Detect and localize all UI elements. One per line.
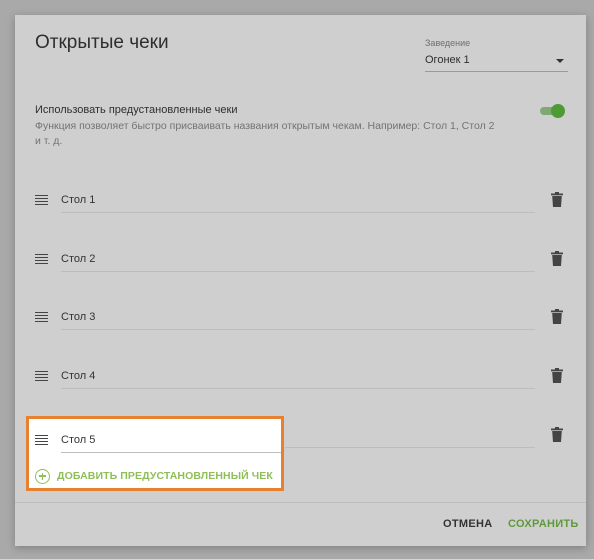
check-row: Стол 1 (15, 183, 586, 213)
check-row: Стол 4 (15, 359, 586, 389)
save-button[interactable]: СОХРАНИТЬ (508, 518, 579, 530)
footer-divider (15, 502, 586, 503)
trash-icon[interactable] (551, 251, 563, 266)
check-name: Стол 1 (61, 194, 96, 206)
check-name: Стол 4 (61, 370, 96, 382)
check-name-field[interactable]: Стол 5 (61, 423, 281, 453)
add-preset-check-button[interactable]: ДОБАВИТЬ ПРЕДУСТАНОВЛЕННЫЙ ЧЕК (35, 467, 273, 485)
caret-down-icon (556, 59, 564, 63)
drag-handle-icon[interactable] (35, 195, 48, 206)
check-row: Стол 2 (15, 242, 586, 272)
venue-select-value: Огонек 1 (425, 54, 470, 66)
presets-toggle[interactable] (540, 104, 565, 118)
check-name-field[interactable]: Стол 1 (61, 183, 535, 213)
add-preset-check-label: ДОБАВИТЬ ПРЕДУСТАНОВЛЕННЫЙ ЧЕК (57, 470, 273, 482)
drag-handle-icon[interactable] (35, 371, 48, 382)
toggle-knob (551, 104, 565, 118)
cancel-button[interactable]: ОТМЕНА (443, 518, 492, 530)
dialog-title: Открытые чеки (35, 32, 169, 53)
venue-label: Заведение (425, 38, 471, 48)
check-name-field[interactable]: Стол 3 (61, 300, 535, 330)
check-name: Стол 2 (61, 253, 96, 265)
check-name-field[interactable]: Стол 2 (61, 242, 535, 272)
highlight-box: Стол 5 ДОБАВИТЬ ПРЕДУСТАНОВЛЕННЫЙ ЧЕК (26, 416, 284, 491)
drag-handle-icon[interactable] (35, 254, 48, 265)
check-name: Стол 5 (61, 434, 96, 446)
drag-handle-icon[interactable] (35, 312, 48, 323)
trash-icon[interactable] (551, 309, 563, 324)
add-circle-icon (35, 468, 50, 484)
presets-description: Функция позволяет быстро присваивать наз… (35, 120, 495, 147)
trash-icon[interactable] (551, 427, 563, 442)
check-name-field[interactable]: Стол 4 (61, 359, 535, 389)
check-row: Стол 5 (29, 423, 281, 453)
venue-select[interactable]: Огонек 1 (425, 51, 568, 72)
presets-title: Использовать предустановленные чеки (35, 104, 238, 116)
drag-handle-icon[interactable] (35, 435, 48, 446)
trash-icon[interactable] (551, 368, 563, 383)
check-row: Стол 3 (15, 300, 586, 330)
check-name: Стол 3 (61, 311, 96, 323)
trash-icon[interactable] (551, 192, 563, 207)
